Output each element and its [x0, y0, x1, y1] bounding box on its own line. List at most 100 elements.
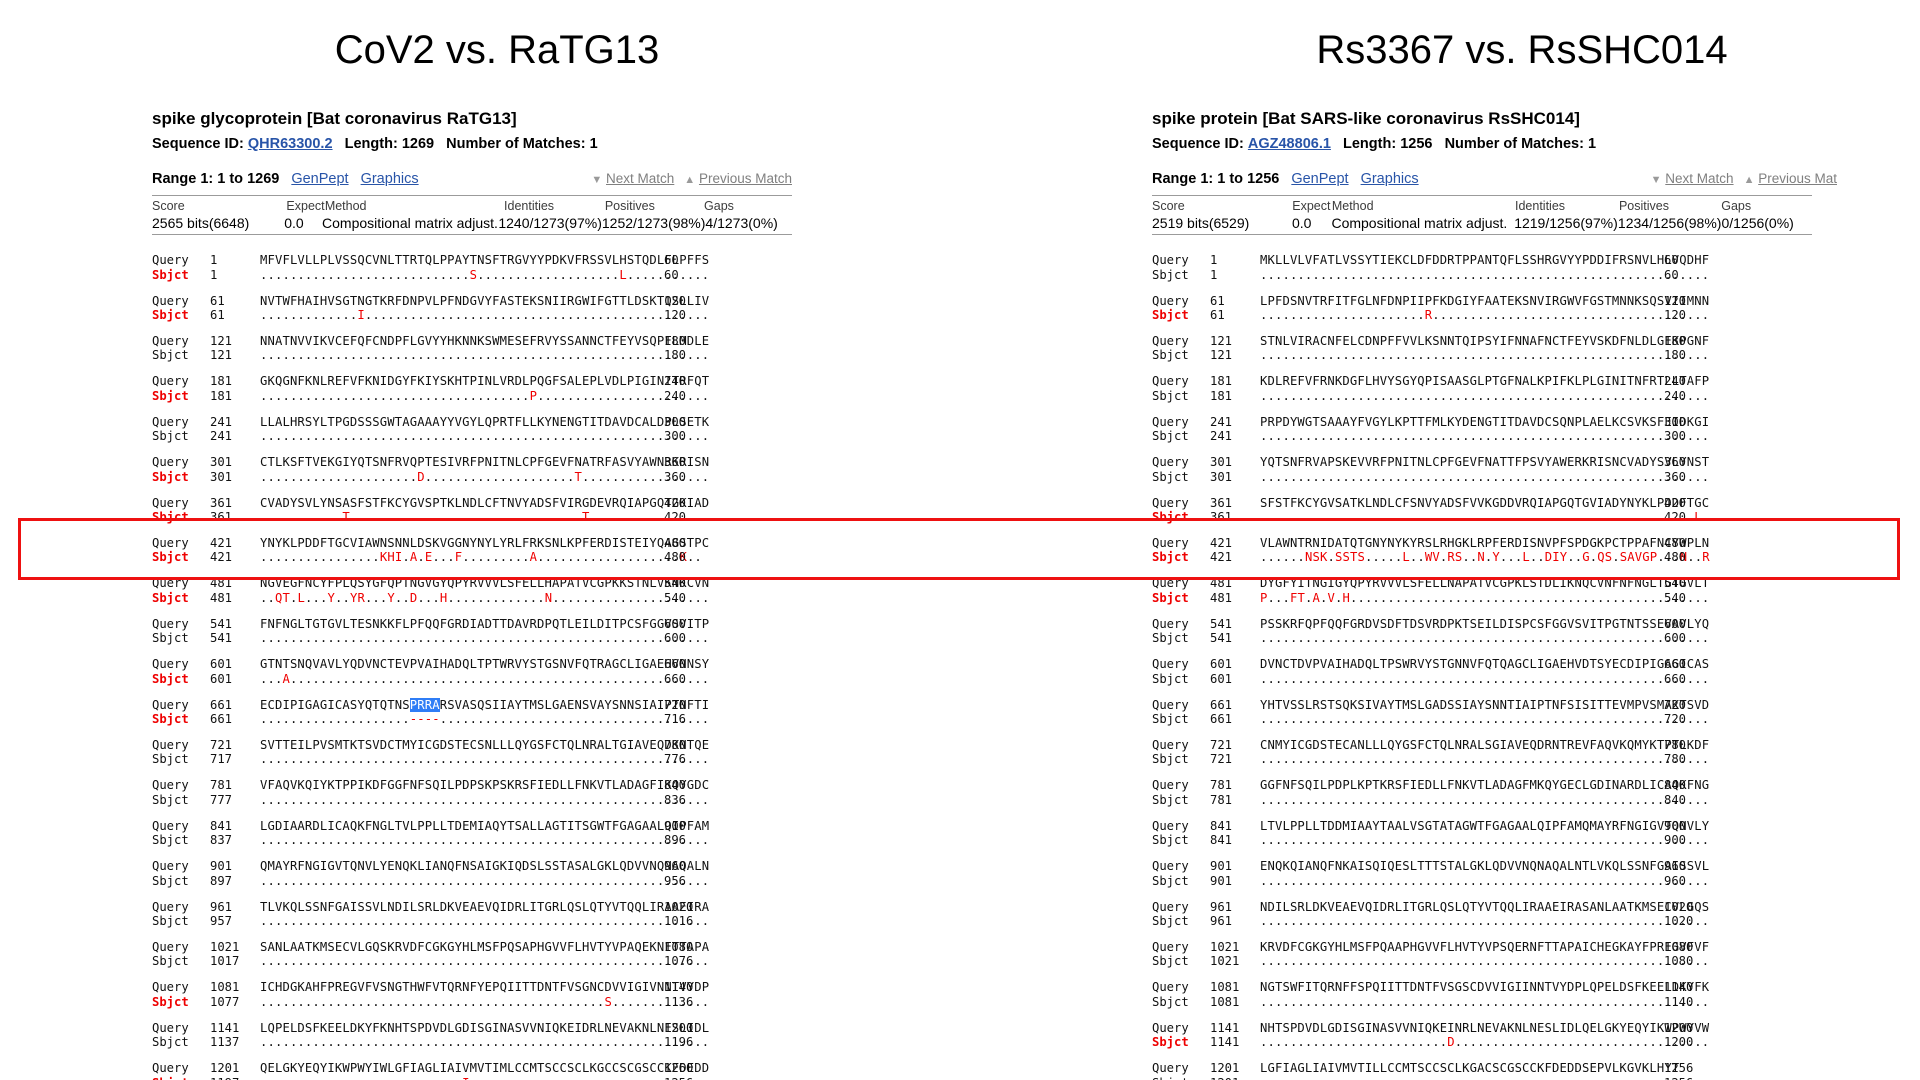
alignment-block: Query 1 MKLLVLVFATLVSSYTIEKCLDFDDRTPPANTQF…: [1152, 253, 1920, 282]
score-header-expect-left: Expect: [286, 199, 325, 213]
query-sequence: NNATNVVIKVCEFQFCNDPFLGVYYHKNNKSWMESEFRVY…: [260, 333, 710, 348]
sbjct-start: 601: [1210, 671, 1233, 686]
graphics-link-right[interactable]: Graphics: [1361, 171, 1419, 187]
query-start: 601: [210, 657, 233, 672]
sbjct-start: 421: [1210, 550, 1233, 565]
query-tag: Query: [1152, 940, 1189, 955]
sbjct-line: Sbjct 301................................…: [1152, 470, 1920, 484]
alignment-block: Query 721 SVTTEILPVSMTKTSVDCTMYICGDSTECSNL…: [152, 738, 982, 767]
sbjct-sequence: ........................................…: [1260, 833, 1710, 848]
sbjct-sequence: .........................D..............…: [1260, 1035, 1710, 1050]
next-match-arrow-icon-right: ▼: [1650, 174, 1662, 186]
query-sequence: DYGFYITNGIGYQPYRVVVLSFELLNAPATVCGPKLSTDL…: [1260, 576, 1710, 591]
mismatch-residue: D: [417, 469, 425, 484]
sbjct-sequence: ..QT.L...Y..YR...Y..D...H.............N.…: [260, 590, 710, 605]
previous-match-link-left[interactable]: Previous Match: [699, 171, 792, 186]
sbjct-line: Sbjct 541................................…: [152, 631, 982, 645]
sequence-id-link-left[interactable]: QHR63300.2: [248, 136, 333, 152]
query-start: 901: [1210, 859, 1233, 874]
alignment-block: Query 121 STNLVIRACNFELCDNPFFVVLKSNNTQIPSY…: [1152, 334, 1920, 363]
query-start: 181: [210, 374, 233, 389]
query-line: Query 1021 KRVDFCGKGYHLMSFPQAAPHGVVFLHVTYV…: [1152, 940, 1920, 954]
sbjct-sequence: ........................................…: [1260, 348, 1710, 363]
mismatch-residue: H: [439, 590, 448, 605]
mismatch-residue: S: [469, 267, 478, 282]
mismatch-residue: Y: [387, 590, 395, 605]
query-line: Query 601 GTNTSNQVAVLYQDVNCTEVPVAIHADQLTPT…: [152, 657, 982, 671]
sequence-id-link-right[interactable]: AGZ48806.1: [1248, 136, 1331, 152]
sbjct-line: Sbjct 481 ..QT.L...Y..YR...Y..D...H.......…: [152, 591, 982, 605]
query-sequence: QMAYRFNGIGVTQNVLYENQKLIANQFNSAIGKIQDSLSS…: [260, 859, 710, 874]
query-end: 300: [664, 414, 687, 429]
sbjct-end: 1076: [664, 954, 694, 969]
matches-value-right: 1: [1587, 136, 1597, 152]
query-start: 481: [210, 576, 233, 591]
previous-match-arrow-icon-left: ▲: [684, 174, 696, 186]
query-start: 301: [210, 455, 233, 470]
query-sequence: LGFIAGLIAIVMVTILLCCMTSCCSCLKGACSCGSCCKFD…: [1260, 1061, 1680, 1076]
sbjct-start: 481: [210, 590, 233, 605]
mismatch-residue: P: [1260, 590, 1268, 605]
query-tag: Query: [1152, 535, 1189, 550]
alignment-block: Query 1021 SANLAATKMSECVLGQSKRVDFCGKGYHLMS…: [152, 940, 982, 969]
sbjct-start: 1017: [210, 954, 240, 969]
query-tag: Query: [1152, 1061, 1189, 1076]
sbjct-tag: Sbjct: [1152, 388, 1189, 403]
sbjct-tag: Sbjct: [152, 792, 189, 807]
query-sequence: FNFNGLTGTGVLTESNKKFLPFQQFGRDIADTTDAVRDPQ…: [260, 616, 710, 631]
query-start: 901: [210, 859, 233, 874]
sbjct-line: Sbjct 361 ...........T....................…: [152, 510, 982, 524]
sbjct-end: 420: [1664, 509, 1687, 524]
sbjct-tag: Sbjct: [1152, 348, 1189, 363]
sbjct-sequence: ........................................…: [1260, 914, 1710, 929]
sequence-id-label-left: Sequence ID:: [152, 136, 244, 152]
length-value-left: 1269: [401, 136, 435, 152]
alignment-block: Query 661 ECDIPIGAGICASYQTQTNSPRRARSVASQSI…: [152, 697, 982, 727]
query-line: Query 601 DVNCTDVPVAIHADQLTPSWRVYSTGNNVFQT…: [1152, 657, 1920, 671]
query-end: 1080: [1664, 940, 1694, 955]
query-sequence: TLVKQLSSNFGAISSVLNDILSRLDKVEAEVQIDRLITGR…: [260, 899, 710, 914]
query-line: Query 121 STNLVIRACNFELCDNPFFVVLKSNNTQIPSY…: [1152, 334, 1920, 348]
sbjct-start: 1: [1210, 267, 1218, 282]
query-sequence: DVNCTDVPVAIHADQLTPSWRVYSTGNNVFQTQAGCLIGA…: [1260, 657, 1710, 672]
query-line: Query 241 LLALHRSYLTPGDSSSGWTAGAAAYYVGYLQP…: [152, 415, 982, 429]
sbjct-start: 421: [210, 550, 233, 565]
sbjct-end: 836: [664, 792, 687, 807]
sbjct-line: Sbjct 181................................…: [1152, 389, 1920, 403]
sbjct-start: 181: [1210, 388, 1233, 403]
sbjct-tag: Sbjct: [1152, 752, 1189, 767]
score-header-method-left: Method: [324, 199, 367, 213]
sbjct-line: Sbjct 841................................…: [1152, 833, 1920, 847]
sbjct-start: 1141: [1210, 1035, 1240, 1050]
sbjct-line: Sbjct 421 ......NSK.SSTS.....L..WV.RS..N.Y…: [1152, 550, 1920, 564]
sbjct-tag: Sbjct: [1152, 914, 1189, 929]
sbjct-tag: Sbjct: [1152, 590, 1189, 605]
query-end: 180: [1664, 333, 1687, 348]
sbjct-sequence: ......................R.................…: [1260, 307, 1710, 322]
sbjct-line: Sbjct 1081...............................…: [1152, 995, 1920, 1009]
next-match-link-right[interactable]: Next Match: [1665, 171, 1733, 186]
query-sequence: SFSTFKCYGVSATKLNDLCFSNVYADSFVVKGDDVRQIAP…: [1260, 495, 1710, 510]
sbjct-line: Sbjct 777................................…: [152, 793, 982, 807]
genpept-link-right[interactable]: GenPept: [1291, 171, 1348, 187]
next-match-link-left[interactable]: Next Match: [606, 171, 674, 186]
query-end: 240: [1664, 374, 1687, 389]
query-tag: Query: [152, 1061, 189, 1076]
genpept-link-left[interactable]: GenPept: [291, 171, 348, 187]
previous-match-link-right[interactable]: Previous Mat: [1758, 171, 1837, 186]
query-start: 421: [1210, 535, 1233, 550]
query-line: Query 481 DYGFYITNGIGYQPYRVVVLSFELLNAPATVC…: [1152, 576, 1920, 590]
sbjct-start: 1197: [210, 1076, 260, 1080]
query-end: 540: [1664, 576, 1687, 591]
sbjct-start: 717: [210, 752, 233, 767]
query-end: 180: [664, 333, 687, 348]
query-start: 661: [210, 697, 233, 712]
graphics-link-left[interactable]: Graphics: [361, 171, 419, 187]
mismatch-residue: S: [604, 994, 612, 1009]
query-line: Query 121 NNATNVVIKVCEFQFCNDPFLGVYYHKNNKSW…: [152, 334, 982, 348]
sequence-info-right: Sequence ID: AGZ48806.1 Length: 1256 Num…: [1152, 136, 1920, 152]
score-header-score-left: Score: [152, 199, 185, 213]
query-end: 780: [664, 738, 687, 752]
query-line: Query 241 PRPDYWGTSAAAYFVGYLKPTTFMLKYDENGT…: [1152, 415, 1920, 429]
query-start: 1141: [210, 1020, 240, 1035]
